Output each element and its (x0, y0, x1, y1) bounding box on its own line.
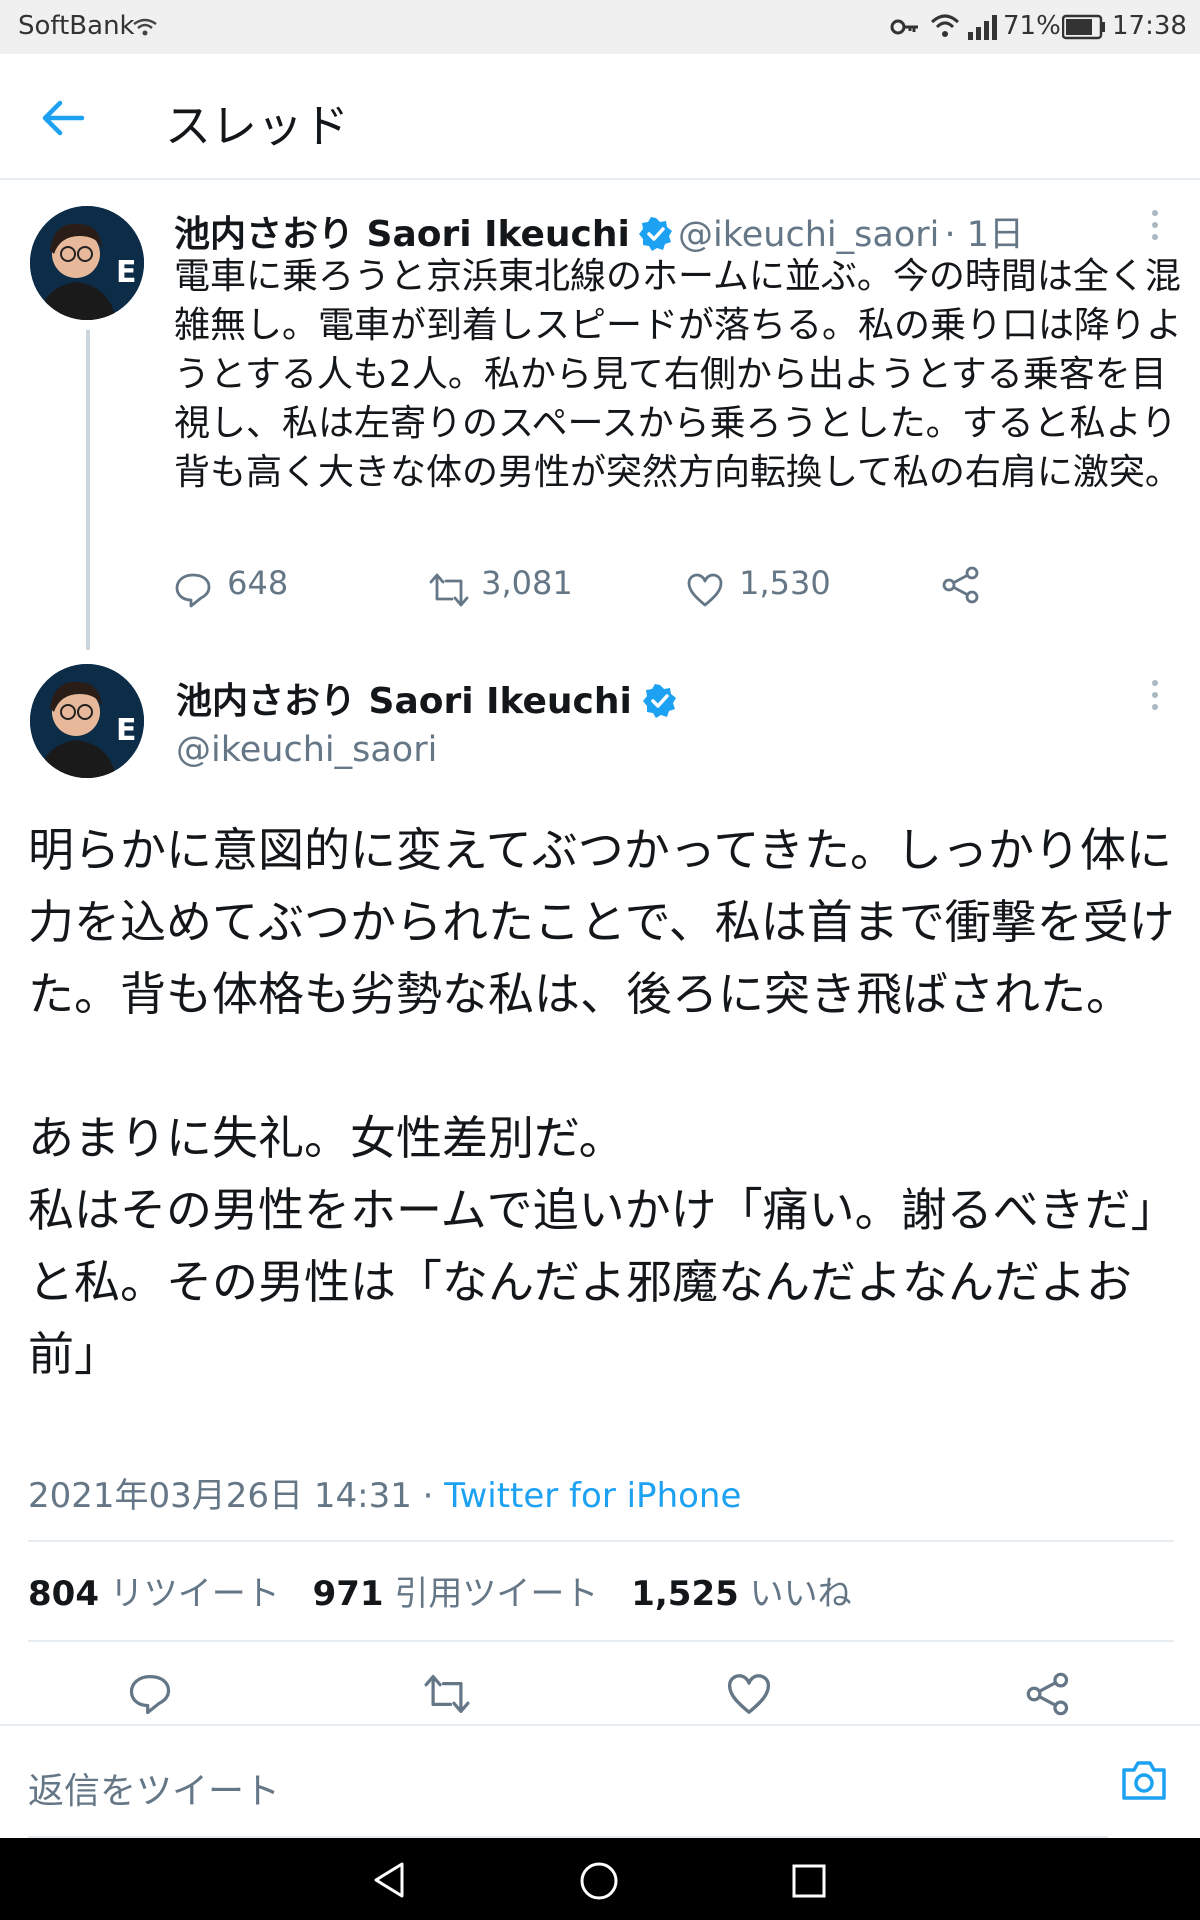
author-handle[interactable]: @ikeuchi_saori (176, 730, 437, 770)
quotes-label: 引用ツイート (394, 1574, 599, 1614)
meta-separator: · (422, 1476, 434, 1516)
like-count: 1,530 (739, 564, 831, 602)
divider (28, 1640, 1174, 1642)
thread-line (86, 330, 90, 650)
divider (28, 1540, 1174, 1542)
signal-icon (968, 15, 997, 40)
wifi-small-icon (133, 18, 157, 36)
retweet-stat[interactable]: 804 リツイート (28, 1574, 291, 1614)
clock: 17:38 (1112, 11, 1187, 41)
parent-tweet[interactable]: E 池内さおり Saori Ikeuchi @ikeuchi_saori · 1… (0, 180, 1200, 650)
reply-button[interactable]: 648 (174, 564, 294, 608)
retweet-count: 3,081 (481, 564, 573, 602)
tweet-timestamp: 2021年03月26日 14:31 (28, 1476, 412, 1516)
reply-icon (175, 573, 211, 607)
status-bar: SoftBank 71% 17:38 (0, 0, 1200, 54)
back-arrow-icon[interactable] (40, 98, 86, 138)
like-icon (687, 573, 723, 606)
reply-placeholder: 返信をツイート (28, 1771, 281, 1812)
svg-text:E: E (116, 713, 137, 748)
camera-icon[interactable] (1120, 1758, 1168, 1802)
top-app-bar: スレッド (0, 54, 1200, 180)
tweet-meta: 2021年03月26日 14:31 · Twitter for iPhone (28, 1468, 741, 1517)
carrier-label: SoftBank (18, 11, 135, 41)
nav-home-icon[interactable] (578, 1860, 620, 1902)
verified-badge-icon (642, 684, 676, 718)
like-stat[interactable]: 1,525 いいね (631, 1574, 851, 1614)
tweet-source-link[interactable]: Twitter for iPhone (444, 1476, 741, 1516)
nav-recents-icon[interactable] (790, 1862, 828, 1900)
verified-badge-icon (638, 217, 672, 251)
reply-input[interactable]: 返信をツイート (28, 1726, 1108, 1838)
svg-text:E: E (116, 255, 137, 290)
system-nav-bar (0, 1838, 1200, 1920)
like-icon[interactable] (726, 1672, 772, 1716)
nav-back-icon[interactable] (370, 1860, 410, 1900)
avatar[interactable]: E (30, 664, 144, 778)
author-name[interactable]: 池内さおり Saori Ikeuchi (176, 681, 632, 722)
battery-icon (1062, 14, 1105, 40)
battery-percent: 71% (1003, 11, 1061, 41)
share-icon[interactable] (1026, 1672, 1070, 1716)
tweet-time: · 1日 (944, 215, 1024, 255)
reply-composer: 返信をツイート (0, 1724, 1200, 1840)
author-name[interactable]: 池内さおり Saori Ikeuchi (174, 214, 630, 255)
page-title: スレッド (165, 99, 349, 153)
likes-label: いいね (749, 1574, 852, 1614)
tweet-text: 明らかに意図的に変えてぶつかってきた。しっかり体に力を込めてぶつかられたことで、… (28, 823, 1177, 1381)
retweet-icon[interactable] (422, 1672, 472, 1716)
retweets-count: 804 (28, 1574, 99, 1614)
tweet-text: 電車に乗ろうと京浜東北線のホームに並ぶ。今の時間は全く混雑無し。電車が到着しスピ… (174, 256, 1183, 493)
retweets-label: リツイート (109, 1574, 280, 1614)
avatar[interactable]: E (30, 206, 144, 320)
reply-icon[interactable] (128, 1672, 172, 1716)
more-icon[interactable] (1140, 680, 1170, 710)
retweet-button[interactable]: 3,081 (428, 564, 588, 608)
reply-count: 648 (227, 564, 289, 602)
engagement-stats: 804 リツイート 971 引用ツイート 1,525 いいね (28, 1566, 852, 1615)
key-icon (890, 19, 918, 35)
share-icon[interactable] (942, 566, 980, 604)
author-handle[interactable]: @ikeuchi_saori (678, 215, 939, 255)
quote-stat[interactable]: 971 引用ツイート (313, 1574, 610, 1614)
main-tweet: E 池内さおり Saori Ikeuchi @ikeuchi_saori 明らか… (0, 650, 1200, 1720)
retweet-icon (429, 573, 469, 606)
wifi-icon (930, 14, 960, 37)
quotes-count: 971 (312, 1574, 384, 1614)
more-icon[interactable] (1140, 210, 1170, 240)
likes-count: 1,525 (631, 1574, 739, 1614)
like-button[interactable]: 1,530 (686, 564, 846, 608)
